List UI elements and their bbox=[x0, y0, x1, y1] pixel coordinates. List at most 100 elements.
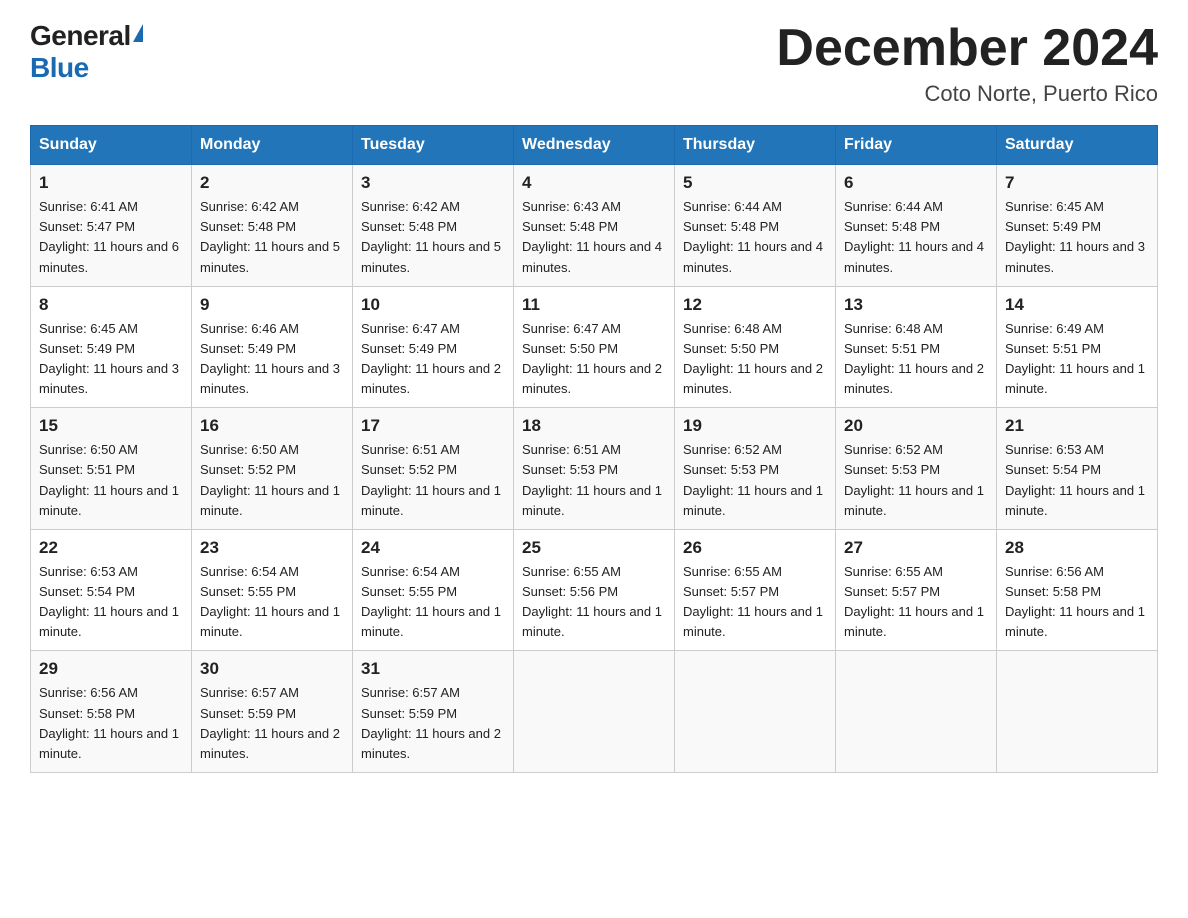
col-sunday: Sunday bbox=[31, 126, 192, 165]
day-info: Sunrise: 6:44 AMSunset: 5:48 PMDaylight:… bbox=[683, 197, 827, 278]
day-info: Sunrise: 6:52 AMSunset: 5:53 PMDaylight:… bbox=[844, 440, 988, 521]
day-number: 11 bbox=[522, 295, 666, 315]
day-info: Sunrise: 6:43 AMSunset: 5:48 PMDaylight:… bbox=[522, 197, 666, 278]
calendar-cell: 10 Sunrise: 6:47 AMSunset: 5:49 PMDayligh… bbox=[353, 286, 514, 408]
calendar-cell bbox=[675, 651, 836, 773]
day-number: 15 bbox=[39, 416, 183, 436]
calendar-cell: 26Sunrise: 6:55 AMSunset: 5:57 PMDayligh… bbox=[675, 529, 836, 651]
calendar-cell bbox=[997, 651, 1158, 773]
day-info: Sunrise: 6:53 AMSunset: 5:54 PMDaylight:… bbox=[39, 562, 183, 643]
calendar-cell: 4 Sunrise: 6:43 AMSunset: 5:48 PMDaylight… bbox=[514, 165, 675, 287]
day-info: Sunrise: 6:44 AMSunset: 5:48 PMDaylight:… bbox=[844, 197, 988, 278]
calendar-cell: 8 Sunrise: 6:45 AMSunset: 5:49 PMDaylight… bbox=[31, 286, 192, 408]
col-monday: Monday bbox=[192, 126, 353, 165]
logo-blue-text: Blue bbox=[30, 52, 89, 84]
day-info: Sunrise: 6:45 AMSunset: 5:49 PMDaylight:… bbox=[39, 319, 183, 400]
page-header: General Blue December 2024 Coto Norte, P… bbox=[30, 20, 1158, 107]
calendar-cell: 24 Sunrise: 6:54 AMSunset: 5:55 PMDayligh… bbox=[353, 529, 514, 651]
day-number: 9 bbox=[200, 295, 344, 315]
day-info: Sunrise: 6:56 AMSunset: 5:58 PMDaylight:… bbox=[39, 683, 183, 764]
calendar-cell: 13Sunrise: 6:48 AMSunset: 5:51 PMDayligh… bbox=[836, 286, 997, 408]
day-number: 28 bbox=[1005, 538, 1149, 558]
calendar-cell: 20Sunrise: 6:52 AMSunset: 5:53 PMDayligh… bbox=[836, 408, 997, 530]
day-number: 25 bbox=[522, 538, 666, 558]
title-block: December 2024 Coto Norte, Puerto Rico bbox=[776, 20, 1158, 107]
day-info: Sunrise: 6:52 AMSunset: 5:53 PMDaylight:… bbox=[683, 440, 827, 521]
calendar-cell: 1 Sunrise: 6:41 AMSunset: 5:47 PMDaylight… bbox=[31, 165, 192, 287]
calendar-cell bbox=[514, 651, 675, 773]
day-info: Sunrise: 6:53 AMSunset: 5:54 PMDaylight:… bbox=[1005, 440, 1149, 521]
location-title: Coto Norte, Puerto Rico bbox=[776, 81, 1158, 107]
col-saturday: Saturday bbox=[997, 126, 1158, 165]
calendar-week-row: 1 Sunrise: 6:41 AMSunset: 5:47 PMDaylight… bbox=[31, 165, 1158, 287]
day-info: Sunrise: 6:48 AMSunset: 5:51 PMDaylight:… bbox=[844, 319, 988, 400]
day-number: 4 bbox=[522, 173, 666, 193]
calendar-body: 1 Sunrise: 6:41 AMSunset: 5:47 PMDaylight… bbox=[31, 165, 1158, 773]
calendar-cell: 23 Sunrise: 6:54 AMSunset: 5:55 PMDayligh… bbox=[192, 529, 353, 651]
calendar-cell: 3 Sunrise: 6:42 AMSunset: 5:48 PMDaylight… bbox=[353, 165, 514, 287]
month-title: December 2024 bbox=[776, 20, 1158, 77]
day-number: 2 bbox=[200, 173, 344, 193]
calendar-cell: 21 Sunrise: 6:53 AMSunset: 5:54 PMDayligh… bbox=[997, 408, 1158, 530]
day-number: 30 bbox=[200, 659, 344, 679]
calendar-cell: 27Sunrise: 6:55 AMSunset: 5:57 PMDayligh… bbox=[836, 529, 997, 651]
calendar-cell: 18Sunrise: 6:51 AMSunset: 5:53 PMDayligh… bbox=[514, 408, 675, 530]
day-number: 3 bbox=[361, 173, 505, 193]
day-number: 7 bbox=[1005, 173, 1149, 193]
calendar-week-row: 29 Sunrise: 6:56 AMSunset: 5:58 PMDayligh… bbox=[31, 651, 1158, 773]
calendar-week-row: 22Sunrise: 6:53 AMSunset: 5:54 PMDayligh… bbox=[31, 529, 1158, 651]
calendar-cell: 9 Sunrise: 6:46 AMSunset: 5:49 PMDaylight… bbox=[192, 286, 353, 408]
day-number: 10 bbox=[361, 295, 505, 315]
day-info: Sunrise: 6:57 AMSunset: 5:59 PMDaylight:… bbox=[361, 683, 505, 764]
day-number: 1 bbox=[39, 173, 183, 193]
day-number: 18 bbox=[522, 416, 666, 436]
day-info: Sunrise: 6:41 AMSunset: 5:47 PMDaylight:… bbox=[39, 197, 183, 278]
logo-triangle-icon bbox=[133, 24, 143, 42]
day-info: Sunrise: 6:47 AMSunset: 5:50 PMDaylight:… bbox=[522, 319, 666, 400]
calendar-cell: 15Sunrise: 6:50 AMSunset: 5:51 PMDayligh… bbox=[31, 408, 192, 530]
calendar-cell: 22Sunrise: 6:53 AMSunset: 5:54 PMDayligh… bbox=[31, 529, 192, 651]
calendar-cell: 7Sunrise: 6:45 AMSunset: 5:49 PMDaylight… bbox=[997, 165, 1158, 287]
day-number: 5 bbox=[683, 173, 827, 193]
calendar-cell bbox=[836, 651, 997, 773]
day-number: 29 bbox=[39, 659, 183, 679]
day-info: Sunrise: 6:55 AMSunset: 5:56 PMDaylight:… bbox=[522, 562, 666, 643]
calendar-cell: 19 Sunrise: 6:52 AMSunset: 5:53 PMDayligh… bbox=[675, 408, 836, 530]
day-info: Sunrise: 6:42 AMSunset: 5:48 PMDaylight:… bbox=[361, 197, 505, 278]
day-number: 16 bbox=[200, 416, 344, 436]
day-info: Sunrise: 6:50 AMSunset: 5:52 PMDaylight:… bbox=[200, 440, 344, 521]
calendar-cell: 14 Sunrise: 6:49 AMSunset: 5:51 PMDayligh… bbox=[997, 286, 1158, 408]
calendar-cell: 2 Sunrise: 6:42 AMSunset: 5:48 PMDaylight… bbox=[192, 165, 353, 287]
logo-general-text: General bbox=[30, 20, 131, 52]
calendar-cell: 30 Sunrise: 6:57 AMSunset: 5:59 PMDayligh… bbox=[192, 651, 353, 773]
header-row: Sunday Monday Tuesday Wednesday Thursday… bbox=[31, 126, 1158, 165]
day-info: Sunrise: 6:54 AMSunset: 5:55 PMDaylight:… bbox=[361, 562, 505, 643]
day-info: Sunrise: 6:49 AMSunset: 5:51 PMDaylight:… bbox=[1005, 319, 1149, 400]
calendar-cell: 11 Sunrise: 6:47 AMSunset: 5:50 PMDayligh… bbox=[514, 286, 675, 408]
day-info: Sunrise: 6:54 AMSunset: 5:55 PMDaylight:… bbox=[200, 562, 344, 643]
day-info: Sunrise: 6:48 AMSunset: 5:50 PMDaylight:… bbox=[683, 319, 827, 400]
calendar-cell: 16 Sunrise: 6:50 AMSunset: 5:52 PMDayligh… bbox=[192, 408, 353, 530]
day-info: Sunrise: 6:51 AMSunset: 5:52 PMDaylight:… bbox=[361, 440, 505, 521]
day-number: 24 bbox=[361, 538, 505, 558]
day-info: Sunrise: 6:56 AMSunset: 5:58 PMDaylight:… bbox=[1005, 562, 1149, 643]
col-tuesday: Tuesday bbox=[353, 126, 514, 165]
day-info: Sunrise: 6:46 AMSunset: 5:49 PMDaylight:… bbox=[200, 319, 344, 400]
calendar-cell: 29 Sunrise: 6:56 AMSunset: 5:58 PMDayligh… bbox=[31, 651, 192, 773]
day-info: Sunrise: 6:55 AMSunset: 5:57 PMDaylight:… bbox=[844, 562, 988, 643]
calendar-cell: 17 Sunrise: 6:51 AMSunset: 5:52 PMDayligh… bbox=[353, 408, 514, 530]
day-info: Sunrise: 6:42 AMSunset: 5:48 PMDaylight:… bbox=[200, 197, 344, 278]
calendar-cell: 5 Sunrise: 6:44 AMSunset: 5:48 PMDaylight… bbox=[675, 165, 836, 287]
day-number: 14 bbox=[1005, 295, 1149, 315]
day-number: 19 bbox=[683, 416, 827, 436]
day-number: 17 bbox=[361, 416, 505, 436]
calendar-week-row: 8 Sunrise: 6:45 AMSunset: 5:49 PMDaylight… bbox=[31, 286, 1158, 408]
day-number: 23 bbox=[200, 538, 344, 558]
day-number: 26 bbox=[683, 538, 827, 558]
calendar-cell: 12Sunrise: 6:48 AMSunset: 5:50 PMDayligh… bbox=[675, 286, 836, 408]
day-number: 6 bbox=[844, 173, 988, 193]
day-number: 8 bbox=[39, 295, 183, 315]
day-number: 21 bbox=[1005, 416, 1149, 436]
day-info: Sunrise: 6:57 AMSunset: 5:59 PMDaylight:… bbox=[200, 683, 344, 764]
day-info: Sunrise: 6:47 AMSunset: 5:49 PMDaylight:… bbox=[361, 319, 505, 400]
